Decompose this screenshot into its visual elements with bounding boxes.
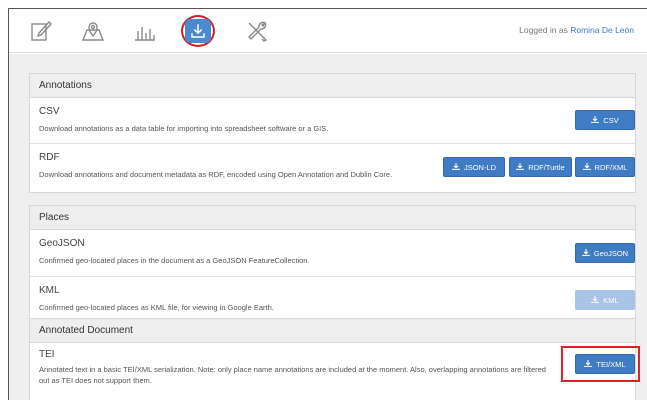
csv-row: CSV Download annotations as a data table… — [30, 98, 635, 144]
row-description: Download annotations as a data table for… — [39, 124, 329, 133]
places-panel: Places GeoJSON Confirmed geo-located pla… — [29, 205, 636, 327]
app-frame: Logged in as Romina De León Annotations … — [8, 8, 647, 400]
button-label: JSON-LD — [463, 162, 497, 172]
download-icon — [591, 116, 600, 123]
login-status: Logged in as Romina De León — [519, 25, 634, 35]
button-label: GeoJSON — [593, 248, 629, 258]
main-content: Annotations CSV Download annotations as … — [9, 54, 647, 400]
panel-title: Places — [30, 206, 635, 230]
login-prefix: Logged in as — [519, 25, 568, 35]
button-label: CSV — [603, 115, 619, 125]
row-description: Confirmed geo-located places as KML file… — [39, 303, 274, 312]
map-icon[interactable] — [81, 19, 105, 43]
download-csv-button[interactable]: CSV — [575, 110, 635, 130]
row-title: RDF — [39, 152, 60, 163]
annotations-panel: Annotations CSV Download annotations as … — [29, 73, 636, 193]
panel-title: Annotations — [30, 74, 635, 98]
row-title: CSV — [39, 106, 60, 117]
download-geojson-button[interactable]: GeoJSON — [575, 243, 635, 263]
row-title: TEI — [39, 349, 55, 360]
download-icon — [516, 163, 525, 170]
button-label: KML — [603, 295, 619, 305]
download-rdf-xml-button[interactable]: RDF/XML — [575, 157, 635, 177]
row-description-line-1: Annotated text in a basic TEI/XML serial… — [39, 365, 546, 374]
download-rdf-turtle-button[interactable]: RDF/Turtle — [509, 157, 572, 177]
geojson-row: GeoJSON Confirmed geo-located places in … — [30, 230, 635, 277]
download-icon — [591, 296, 600, 303]
user-name-link[interactable]: Romina De León — [570, 25, 634, 35]
download-icon — [582, 163, 591, 170]
download-icon — [451, 163, 460, 170]
button-label: TEI/XML — [596, 359, 626, 369]
row-title: GeoJSON — [39, 238, 85, 249]
panel-title: Annotated Document — [30, 319, 635, 343]
stats-icon[interactable] — [133, 19, 157, 43]
row-title: KML — [39, 285, 60, 296]
download-icon — [185, 19, 211, 43]
row-description: Download annotations and document metada… — [39, 170, 393, 179]
download-tab-button[interactable] — [181, 15, 215, 47]
download-jsonld-button[interactable]: JSON-LD — [443, 157, 505, 177]
tools-icon[interactable] — [245, 19, 269, 43]
button-label: RDF/XML — [594, 162, 628, 172]
rdf-row: RDF Download annotations and document me… — [30, 144, 635, 192]
edit-icon[interactable] — [29, 19, 53, 43]
annotated-document-panel: Annotated Document TEI Annotated text in… — [29, 318, 640, 400]
download-kml-button[interactable]: KML — [575, 290, 635, 310]
top-navigation-bar: Logged in as Romina De León — [9, 9, 647, 53]
row-description: Confirmed geo-located places in the docu… — [39, 256, 310, 265]
download-icon — [581, 249, 590, 256]
tei-row: TEI Annotated text in a basic TEI/XML se… — [30, 343, 640, 400]
download-tei-xml-button[interactable]: TEI/XML — [575, 354, 635, 374]
button-label: RDF/Turtle — [528, 162, 565, 172]
download-icon — [584, 360, 593, 367]
row-description-line-2: out as TEI does not support them. — [39, 376, 152, 385]
